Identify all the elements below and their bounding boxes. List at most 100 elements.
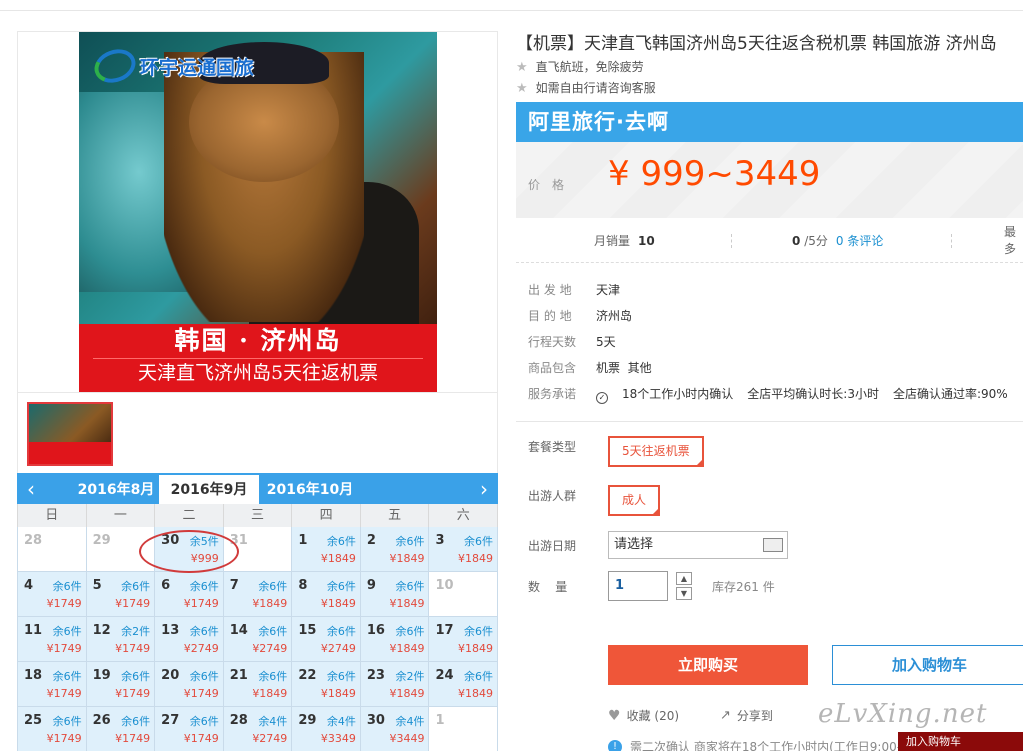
add-to-cart-button[interactable]: 加入购物车 <box>832 645 1023 685</box>
calendar-day[interactable]: 29 余4件 ¥3349 <box>292 707 361 751</box>
calendar-day[interactable]: 27 余6件 ¥1749 <box>155 707 224 751</box>
chevron-left-icon[interactable]: ‹ <box>27 477 35 501</box>
price-calendar: ‹ 2016年8月 2016年9月 2016年10月 › 日一二三四五六 28 2… <box>17 473 499 751</box>
info-value: 济州岛 <box>596 309 633 323</box>
floating-cart-bar[interactable]: 加入购物车 <box>898 732 1023 751</box>
weekday-label: 一 <box>87 504 156 527</box>
calendar-day[interactable]: 30 余4件 ¥3449 <box>360 707 430 751</box>
day-number: 25 <box>24 713 43 728</box>
calendar-day[interactable]: 8 余6件 ¥1849 <box>292 572 361 617</box>
calendar-day[interactable]: 2 余6件 ¥1849 <box>360 527 430 572</box>
calendar-day[interactable]: 11 余6件 ¥1749 <box>18 617 87 662</box>
favorite-button[interactable]: ♥ 收藏 (20) <box>608 707 679 724</box>
chevron-right-icon[interactable]: › <box>480 477 488 501</box>
day-number: 28 <box>24 533 43 548</box>
main-product-image[interactable]: 环宇运通国旅 韩国 · 济州岛 天津直飞济州岛5天往返机票 <box>17 31 498 393</box>
section-divider <box>516 421 1023 422</box>
day-price: ¥1749 <box>183 597 219 610</box>
calendar-day[interactable]: 9 余6件 ¥1849 <box>360 572 430 617</box>
day-price: ¥3349 <box>320 732 356 745</box>
info-label: 行程天数 <box>528 335 577 349</box>
price-value: ¥ 999~3449 <box>608 154 821 194</box>
calendar-week: 11 余6件 ¥1749 12 余2件 ¥1749 13 余6件 ¥2749 14 余6件 ¥2749… <box>18 617 499 662</box>
calendar-day[interactable]: 12 余2件 ¥1749 <box>86 617 156 662</box>
date-picker[interactable]: 请选择 <box>608 531 788 559</box>
calendar-day[interactable]: 6 余6件 ¥1749 <box>155 572 224 617</box>
calendar-icon[interactable] <box>763 538 783 552</box>
tab-month-prev[interactable]: 2016年8月 <box>66 475 166 504</box>
crowd-option[interactable]: 成人 <box>608 485 661 516</box>
calendar-week: 18 余6件 ¥1749 19 余6件 ¥1749 20 余6件 ¥1749 21 余6件 ¥1849… <box>18 662 499 707</box>
calendar-day[interactable]: 1 余6件 ¥1849 <box>292 527 361 572</box>
calendar-day[interactable]: 16 余6件 ¥1849 <box>360 617 430 662</box>
calendar-day[interactable]: 20 余6件 ¥1749 <box>155 662 224 707</box>
day-price: ¥1749 <box>115 732 151 745</box>
day-stock: 余6件 <box>395 625 425 638</box>
calendar-day[interactable]: 24 余6件 ¥1849 <box>429 662 499 707</box>
thumbnail-1[interactable] <box>27 402 113 466</box>
package-option[interactable]: 5天往返机票 <box>608 436 704 467</box>
thumbnail-banner <box>29 442 111 464</box>
calendar-day[interactable]: 22 余6件 ¥1849 <box>292 662 361 707</box>
day-stock: 余6件 <box>189 580 219 593</box>
day-price: ¥1749 <box>46 597 82 610</box>
calendar-day[interactable]: 25 余6件 ¥1749 <box>18 707 87 751</box>
quantity-label: 数 量 <box>528 579 568 594</box>
calendar-day[interactable]: 14 余6件 ¥2749 <box>223 617 293 662</box>
calendar-day[interactable]: 26 余6件 ¥1749 <box>86 707 156 751</box>
calendar-day[interactable]: 5 余6件 ¥1749 <box>86 572 156 617</box>
day-stock: 余6件 <box>258 670 288 683</box>
calendar-day[interactable]: 7 余6件 ¥1849 <box>223 572 293 617</box>
product-title: 【机票】天津直飞韩国济州岛5天往返含税机票 韩国旅游 济州岛 <box>516 34 997 54</box>
calendar-day: 10 <box>429 572 499 617</box>
day-number: 21 <box>229 668 248 683</box>
day-stock: 余6件 <box>121 580 151 593</box>
calendar-day[interactable]: 3 余6件 ¥1849 <box>429 527 499 572</box>
day-price: ¥1849 <box>458 642 494 655</box>
calendar-day[interactable]: 28 余4件 ¥2749 <box>223 707 293 751</box>
calendar-day[interactable]: 21 余6件 ¥1849 <box>223 662 293 707</box>
day-price: ¥1849 <box>320 687 356 700</box>
tab-month-current[interactable]: 2016年9月 <box>159 475 259 504</box>
day-number: 1 <box>298 533 308 548</box>
day-price: ¥2749 <box>183 642 219 655</box>
calendar-day[interactable]: 18 余6件 ¥1749 <box>18 662 87 707</box>
thumbnail-strip <box>17 393 498 473</box>
decrement-icon[interactable]: ▼ <box>676 587 692 600</box>
calendar-day[interactable]: 17 余6件 ¥1849 <box>429 617 499 662</box>
reviews-link[interactable]: 0 条评论 <box>836 234 883 248</box>
info-value: 5天 <box>596 335 616 349</box>
calendar-day[interactable]: 4 余6件 ¥1749 <box>18 572 87 617</box>
tab-month-next[interactable]: 2016年10月 <box>260 475 360 504</box>
calendar-day[interactable]: 19 余6件 ¥1749 <box>86 662 156 707</box>
calendar-day[interactable]: 23 余2件 ¥1849 <box>360 662 430 707</box>
tag-2: ★ 如需自由行请咨询客服 <box>516 78 1023 99</box>
day-price: ¥2749 <box>252 642 288 655</box>
day-number: 31 <box>229 533 248 548</box>
day-price: ¥1749 <box>46 687 82 700</box>
calendar-day[interactable]: 30 余5件 ¥999 <box>155 527 224 572</box>
brand-logo: 环宇运通国旅 <box>89 43 254 89</box>
day-price: ¥2749 <box>320 642 356 655</box>
share-icon: ↗ <box>720 708 731 723</box>
weekday-header: 日一二三四五六 <box>17 504 499 527</box>
buy-now-button[interactable]: 立即购买 <box>608 645 808 685</box>
day-price: ¥1849 <box>389 687 425 700</box>
quantity-input[interactable]: 1 <box>608 571 668 601</box>
poster-line2: 天津直飞济州岛5天往返机票 <box>93 358 423 387</box>
increment-icon[interactable]: ▲ <box>676 572 692 585</box>
quantity-row: 数 量 1 ▲ ▼ 库存261 件 <box>516 571 1023 601</box>
day-number: 29 <box>298 713 317 728</box>
poster-line1: 韩国 · 济州岛 <box>174 326 342 355</box>
top-divider <box>0 10 1023 11</box>
day-number: 29 <box>92 533 111 548</box>
day-stock: 余6件 <box>464 670 494 683</box>
stats-divider <box>951 234 952 248</box>
calendar-day[interactable]: 13 余6件 ¥2749 <box>155 617 224 662</box>
share-button[interactable]: ↗ 分享到 <box>720 707 773 724</box>
day-number: 20 <box>161 668 180 683</box>
globe-icon <box>89 43 141 89</box>
calendar-day[interactable]: 15 余6件 ¥2749 <box>292 617 361 662</box>
info-value: 机票 其他 <box>596 361 652 375</box>
day-number: 12 <box>92 623 111 638</box>
